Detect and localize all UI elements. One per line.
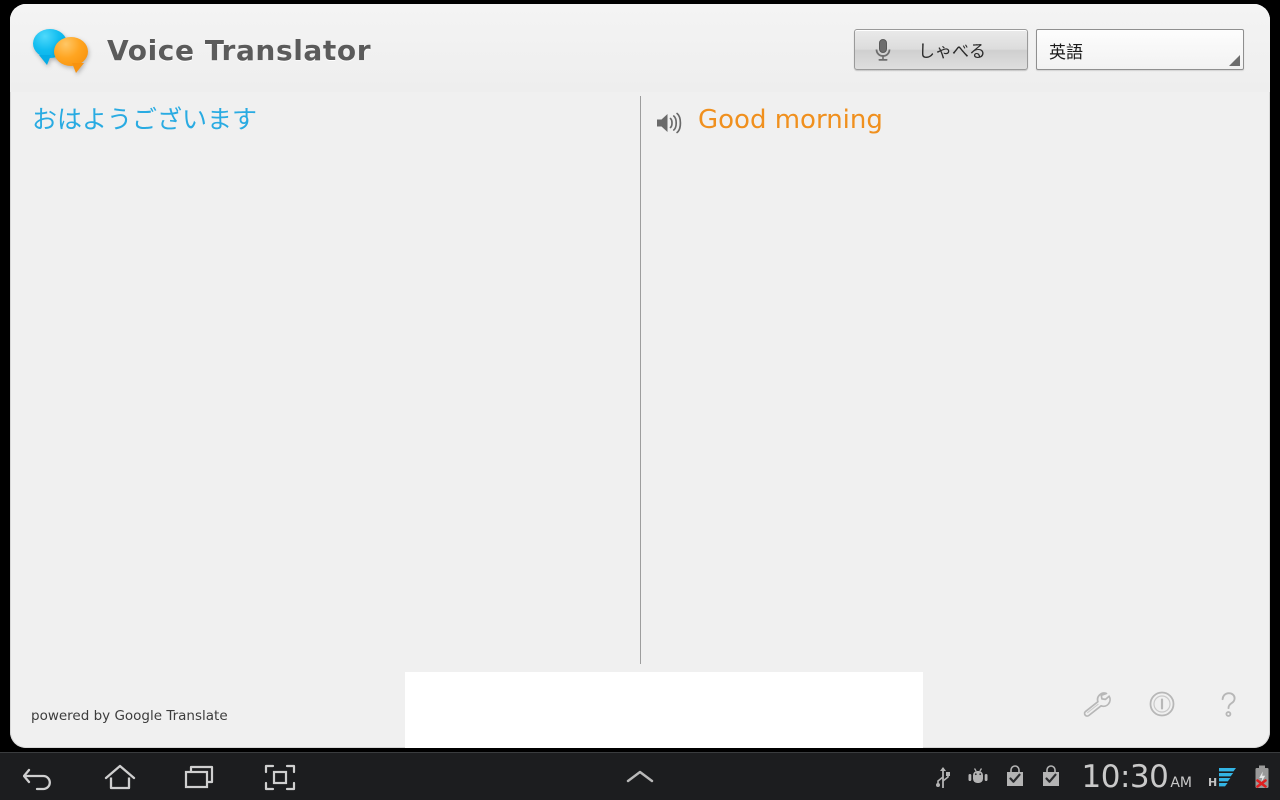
brand: Voice Translator <box>32 26 371 74</box>
android-debug-icon <box>966 766 990 788</box>
system-navigation-bar: 10:30 AM H <box>0 752 1280 800</box>
page-title: Voice Translator <box>107 33 372 67</box>
clock-time: 10:30 <box>1081 759 1169 795</box>
language-spinner[interactable]: 英語 <box>1036 29 1244 70</box>
back-icon[interactable] <box>0 753 80 800</box>
chevron-up-icon[interactable] <box>600 753 680 800</box>
info-circle-icon[interactable] <box>1142 684 1182 724</box>
speaker-volume-icon[interactable] <box>655 110 685 136</box>
speak-button[interactable]: しゃべる <box>854 29 1028 70</box>
question-mark-icon[interactable] <box>1208 684 1248 724</box>
home-icon[interactable] <box>80 753 160 800</box>
app-window: Voice Translator しゃべる 英語 おはようございます Good … <box>10 4 1270 748</box>
screenshot-icon[interactable] <box>240 753 320 800</box>
microphone-icon <box>875 38 891 61</box>
spinner-corner-triangle-icon <box>1229 55 1240 66</box>
powered-by-label: powered by Google Translate <box>31 708 228 724</box>
speak-button-label: しゃべる <box>918 42 986 62</box>
speech-bubble-orange-icon <box>54 37 88 73</box>
clock-meridiem: AM <box>1170 775 1192 791</box>
battery-error-icon <box>1252 764 1272 790</box>
wrench-icon[interactable] <box>1076 684 1116 724</box>
target-panel[interactable]: Good morning <box>641 92 1270 672</box>
source-text: おはようございます <box>32 105 258 134</box>
status-icons: 10:30 AM H <box>934 753 1273 800</box>
svg-text:H: H <box>1208 776 1217 789</box>
nav-buttons <box>0 753 320 800</box>
source-panel[interactable]: おはようございます <box>10 92 640 672</box>
screen-root: Voice Translator しゃべる 英語 おはようございます Good … <box>0 0 1280 800</box>
play-store-bag-check-icon <box>1040 765 1062 789</box>
target-row: Good morning <box>655 105 883 136</box>
language-spinner-value: 英語 <box>1049 43 1083 63</box>
recent-apps-icon[interactable] <box>160 753 240 800</box>
play-store-bag-check-icon <box>1004 765 1026 789</box>
app-header: Voice Translator しゃべる 英語 <box>10 4 1270 92</box>
signal-bars-icon: H <box>1208 764 1238 790</box>
usb-icon <box>934 764 952 790</box>
target-text: Good morning <box>698 105 883 135</box>
speech-bubbles-icon <box>32 27 94 73</box>
footer-tools <box>1076 684 1248 724</box>
status-clock[interactable]: 10:30 AM <box>1082 759 1193 795</box>
ad-banner[interactable] <box>405 672 923 748</box>
